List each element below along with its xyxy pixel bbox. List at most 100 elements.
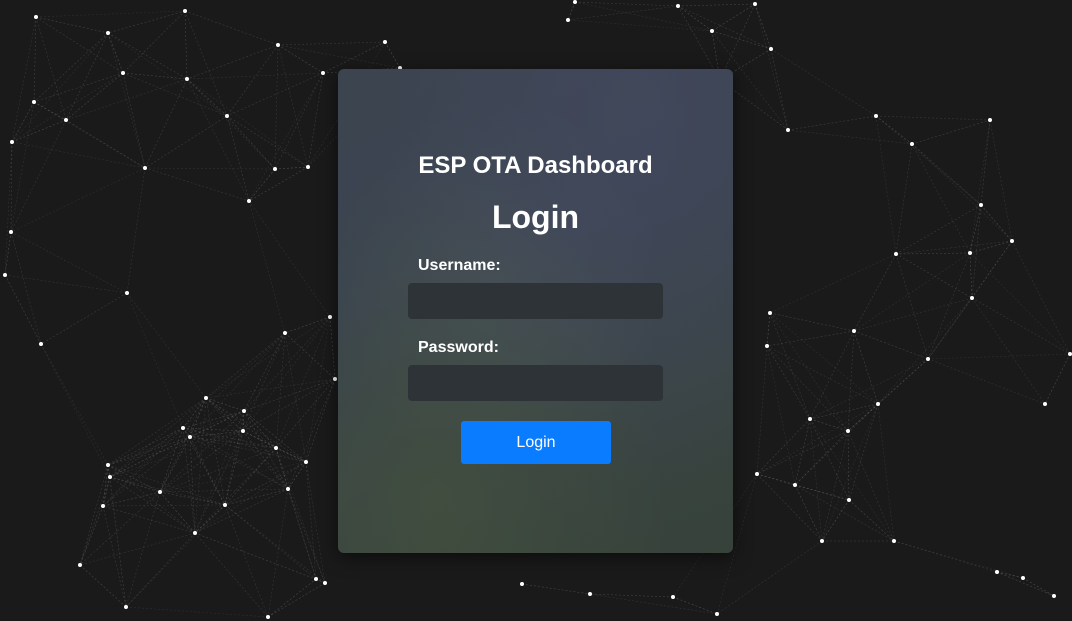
- network-line: [277, 44, 309, 168]
- network-node: [710, 29, 714, 33]
- network-line: [102, 505, 196, 534]
- network-line: [226, 115, 250, 202]
- network-line: [10, 101, 35, 233]
- network-node: [910, 142, 914, 146]
- network-node: [323, 581, 327, 585]
- network-node: [968, 251, 972, 255]
- network-line: [109, 476, 161, 493]
- username-input[interactable]: [408, 283, 663, 319]
- network-line: [10, 231, 128, 294]
- network-node: [106, 31, 110, 35]
- network-line: [589, 593, 718, 615]
- network-node: [1010, 239, 1014, 243]
- network-line: [711, 3, 756, 32]
- network-line: [277, 44, 324, 74]
- network-node: [874, 114, 878, 118]
- network-line: [182, 427, 289, 490]
- network-line: [40, 292, 128, 345]
- network-line: [205, 332, 286, 399]
- network-line: [242, 430, 307, 463]
- network-node: [225, 114, 229, 118]
- network-node: [573, 0, 577, 4]
- network-line: [574, 1, 713, 32]
- network-line: [895, 143, 913, 255]
- network-line: [853, 330, 929, 360]
- network-line: [567, 1, 576, 21]
- password-input[interactable]: [408, 365, 663, 401]
- network-line: [194, 410, 245, 534]
- network-line: [33, 32, 109, 103]
- password-label: Password:: [418, 339, 499, 356]
- network-line: [567, 5, 679, 21]
- network-node: [1068, 352, 1072, 356]
- network-line: [125, 504, 226, 608]
- network-node: [242, 409, 246, 413]
- network-line: [875, 115, 991, 121]
- network-line: [226, 72, 324, 117]
- network-line: [224, 461, 307, 506]
- network-node: [185, 77, 189, 81]
- network-line: [65, 72, 124, 121]
- network-line: [205, 397, 244, 432]
- network-line: [226, 44, 279, 117]
- network-node: [183, 9, 187, 13]
- network-line: [248, 72, 324, 202]
- network-node: [820, 539, 824, 543]
- network-line: [224, 410, 245, 506]
- network-line: [971, 297, 1046, 405]
- app-title: ESP OTA Dashboard: [418, 152, 653, 179]
- network-line: [184, 10, 228, 117]
- network-node: [34, 15, 38, 19]
- network-node: [286, 487, 290, 491]
- network-line: [79, 505, 104, 566]
- network-line: [65, 119, 146, 169]
- network-node: [204, 396, 208, 400]
- network-line: [754, 3, 772, 50]
- network-line: [11, 16, 37, 143]
- network-line: [205, 397, 277, 449]
- network-node: [768, 311, 772, 315]
- network-node: [78, 563, 82, 567]
- network-line: [102, 505, 127, 608]
- network-node: [3, 273, 7, 277]
- network-node: [846, 429, 850, 433]
- network-node: [223, 503, 227, 507]
- network-node: [753, 2, 757, 6]
- network-line: [224, 504, 317, 580]
- network-line: [33, 72, 124, 103]
- network-node: [276, 43, 280, 47]
- network-node: [847, 498, 851, 502]
- network-line: [769, 253, 897, 314]
- network-node: [32, 100, 36, 104]
- network-line: [107, 32, 124, 74]
- network-line: [766, 345, 879, 405]
- network-line: [809, 418, 823, 542]
- network-line: [969, 240, 1013, 254]
- network-line: [11, 119, 67, 143]
- network-line: [766, 345, 849, 432]
- network-line: [107, 32, 228, 117]
- network-line: [109, 476, 127, 608]
- network-line: [189, 332, 286, 438]
- network-node: [64, 118, 68, 122]
- network-line: [194, 504, 226, 534]
- network-line: [1011, 240, 1071, 355]
- network-node: [715, 612, 719, 616]
- network-line: [79, 476, 111, 566]
- network-node: [241, 429, 245, 433]
- network-line: [102, 504, 226, 507]
- network-line: [194, 532, 326, 584]
- network-line: [754, 3, 789, 131]
- network-line: [248, 166, 309, 202]
- login-button[interactable]: Login: [461, 421, 611, 464]
- network-line: [893, 540, 1024, 579]
- network-line: [971, 240, 1013, 299]
- network-node: [193, 531, 197, 535]
- network-node: [181, 426, 185, 430]
- network-line: [159, 488, 289, 493]
- network-node: [1021, 576, 1025, 580]
- network-line: [107, 464, 226, 506]
- network-line: [242, 430, 289, 490]
- network-node: [970, 296, 974, 300]
- network-line: [35, 16, 109, 34]
